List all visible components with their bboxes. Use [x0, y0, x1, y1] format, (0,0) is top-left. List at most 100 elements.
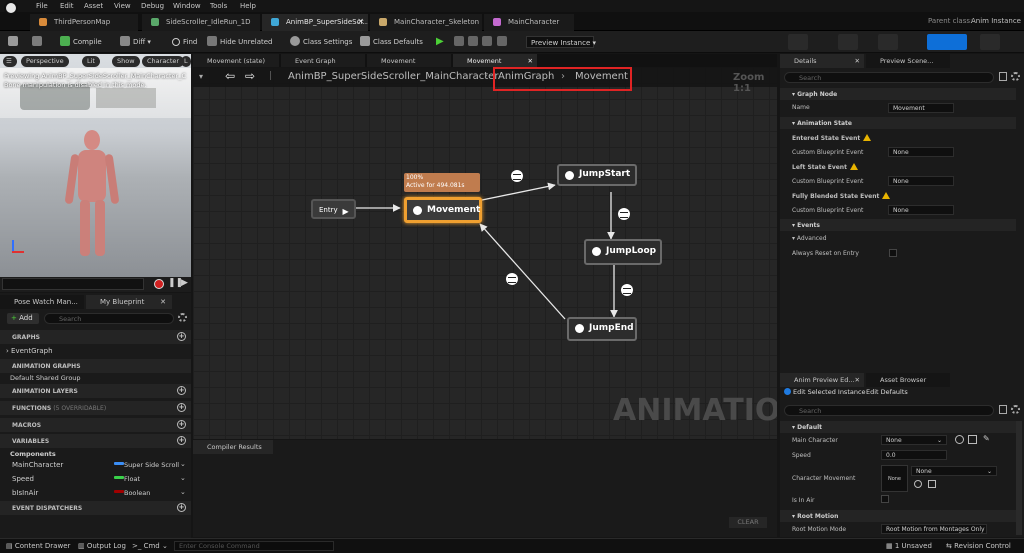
graph-node-category[interactable]: ▾ Graph Node [780, 88, 1016, 100]
revision-control-button[interactable]: ⇆ Revision Control [946, 542, 1011, 550]
left-custom-event-field[interactable]: None [888, 176, 954, 186]
browse-icon[interactable] [32, 36, 45, 48]
menu-help[interactable]: Help [240, 2, 256, 10]
menu-debug[interactable]: Debug [141, 2, 164, 10]
visibility-icon[interactable]: ⌄ [180, 488, 186, 496]
tab-details[interactable]: Details ✕ [780, 54, 864, 68]
edit-selected-instance-radio[interactable]: Edit Selected Instance [784, 388, 866, 396]
table-view-icon[interactable] [999, 405, 1007, 414]
default-shared-group[interactable]: Default Shared Group [10, 374, 81, 382]
content-drawer-button[interactable]: ▤ Content Drawer [6, 542, 70, 550]
section-animation-graphs[interactable]: ANIMATION GRAPHS [0, 359, 191, 373]
show-button[interactable]: Show [112, 56, 140, 67]
parent-class-value[interactable]: Anim Instance [971, 17, 1021, 25]
add-macro-icon[interactable]: + [177, 420, 186, 429]
tab-my-blueprint[interactable]: My Blueprint ✕ [86, 295, 172, 309]
frame-skip-icon[interactable] [497, 36, 510, 48]
animation-state-category[interactable]: ▾ Animation State [780, 117, 1016, 129]
table-view-icon[interactable] [999, 72, 1007, 81]
character-button[interactable]: Character [142, 56, 185, 67]
physics-mode-icon[interactable] [980, 34, 1000, 50]
edit-defaults-radio[interactable]: Edit Defaults [866, 388, 908, 396]
visibility-icon[interactable]: ⌄ [180, 460, 186, 468]
tab-skeleton[interactable]: MainCharacter_Skeleton [370, 14, 482, 31]
fully-blended-custom-event-field[interactable]: None [888, 205, 954, 215]
add-button[interactable]: + Add [7, 313, 39, 324]
character-movement-thumbnail[interactable]: None [881, 465, 908, 492]
section-variables[interactable]: VARIABLES + [0, 434, 191, 448]
browse-icon[interactable] [968, 435, 977, 444]
is-in-air-checkbox[interactable] [881, 495, 889, 503]
close-icon[interactable]: ✕ [528, 57, 533, 65]
preview-viewport[interactable]: Previewing AnimBP_SuperSideScroller_Main… [0, 54, 191, 277]
variable-type[interactable]: Super Side Scroll [124, 461, 179, 469]
tab-anim-preview-editor[interactable]: Anim Preview Ed... ✕ [780, 373, 864, 387]
output-log-button[interactable]: ▥ Output Log [78, 542, 126, 550]
menu-tools[interactable]: Tools [210, 2, 227, 10]
record-icon[interactable] [154, 279, 164, 289]
eyedropper-icon[interactable]: ✎ [983, 434, 990, 443]
play-icon[interactable]: ▶ [436, 36, 444, 48]
root-motion-category[interactable]: ▾ Root Motion [780, 510, 1016, 522]
stop-icon[interactable] [468, 36, 481, 48]
tab-animbp[interactable]: AnimBP_SuperSideScr... ✕ [262, 14, 368, 31]
tab-movement-1[interactable]: Movement [367, 54, 451, 68]
section-event-dispatchers[interactable]: EVENT DISPATCHERS + [0, 501, 191, 515]
menu-asset[interactable]: Asset [84, 2, 103, 10]
components-group[interactable]: Components [10, 450, 56, 458]
gear-icon[interactable] [1011, 72, 1020, 81]
tab-movement-state[interactable]: Movement (state) [193, 54, 279, 68]
class-settings-button[interactable]: Class Settings [290, 36, 352, 48]
gear-icon[interactable] [178, 313, 187, 322]
root-motion-mode-dropdown[interactable]: Root Motion from Montages Only [881, 524, 987, 534]
variable-type[interactable]: Boolean [124, 489, 150, 497]
state-machine-graph[interactable]: ▾ ⇦ ⇨ | AnimBP_SuperSideScroller_MainCha… [193, 67, 777, 439]
tab-idle-run-blendspace[interactable]: SideScroller_IdleRun_1D [142, 14, 260, 31]
preview-search-input[interactable]: Search [784, 405, 994, 416]
lod-button[interactable]: L [181, 56, 191, 67]
tab-event-graph[interactable]: Event Graph [281, 54, 365, 68]
jump-end-state-node[interactable]: JumpEnd [567, 317, 637, 341]
add-layer-icon[interactable]: + [177, 386, 186, 395]
jump-loop-state-node[interactable]: JumpLoop [584, 239, 662, 265]
use-selected-icon[interactable] [955, 435, 964, 444]
mesh-mode-icon[interactable] [838, 34, 858, 50]
events-category[interactable]: ▾ Events [780, 219, 1016, 231]
section-functions[interactable]: FUNCTIONS (5 OVERRIDABLE) + [0, 401, 191, 415]
add-variable-icon[interactable]: + [177, 436, 186, 445]
speed-field[interactable]: 0.0 [881, 450, 947, 460]
tab-movement-2[interactable]: Movement ✕ [453, 54, 537, 68]
gear-icon[interactable] [1011, 405, 1020, 414]
tab-main-character[interactable]: MainCharacter [484, 14, 574, 31]
name-field[interactable]: Movement [888, 103, 954, 113]
preview-scrollbar[interactable] [1016, 421, 1022, 535]
class-defaults-button[interactable]: Class Defaults [360, 36, 423, 48]
section-animation-layers[interactable]: ANIMATION LAYERS + [0, 384, 191, 398]
character-movement-dropdown[interactable]: None ⌄ [911, 466, 997, 476]
entry-node[interactable]: Entry ▶ [311, 199, 356, 219]
close-icon[interactable]: ✕ [855, 376, 860, 384]
close-icon[interactable]: ✕ [855, 57, 860, 65]
find-button[interactable]: Find [172, 36, 197, 48]
menu-window[interactable]: Window [173, 2, 201, 10]
close-icon[interactable]: ✕ [357, 17, 364, 26]
add-graph-icon[interactable]: + [177, 332, 186, 341]
always-reset-checkbox[interactable] [889, 249, 897, 257]
skeleton-mode-icon[interactable] [788, 34, 808, 50]
timeline-scrubber[interactable] [2, 278, 144, 290]
perspective-button[interactable]: Perspective [21, 56, 69, 67]
transition-rule-icon[interactable] [618, 208, 630, 220]
add-dispatcher-icon[interactable]: + [177, 503, 186, 512]
menu-view[interactable]: View [114, 2, 131, 10]
section-graphs[interactable]: GRAPHS + [0, 330, 191, 344]
unreal-logo-icon[interactable] [4, 1, 18, 15]
animation-mode-icon[interactable] [878, 34, 898, 50]
tab-pose-watch[interactable]: Pose Watch Man... [0, 295, 84, 309]
hamburger-icon[interactable]: ☰ [3, 56, 17, 67]
lit-button[interactable]: Lit [82, 56, 100, 67]
tab-asset-browser[interactable]: Asset Browser [866, 373, 950, 387]
preview-instance-dropdown[interactable]: Preview Instance ▾ [526, 36, 596, 48]
play-playback-icon[interactable]: ▶ [181, 278, 188, 288]
blueprint-search-input[interactable]: Search [44, 313, 174, 324]
pause-icon[interactable] [454, 36, 467, 48]
